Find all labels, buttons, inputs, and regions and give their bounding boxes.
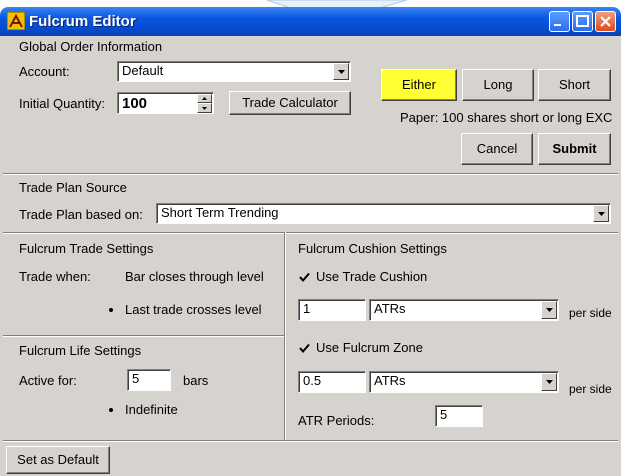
initial-quantity-spinner[interactable]: 100 [117, 92, 214, 114]
atr-periods-label: ATR Periods: [298, 413, 375, 428]
active-for-label: Active for: [19, 373, 77, 388]
radio-indefinite[interactable] [105, 404, 117, 416]
divider [3, 173, 618, 175]
title-bar[interactable]: Fulcrum Editor [0, 7, 621, 36]
life-settings-heading: Fulcrum Life Settings [19, 343, 142, 358]
minimize-button[interactable] [549, 11, 570, 32]
bars-label: bars [183, 373, 209, 388]
use-trade-cushion-checkbox[interactable] [298, 271, 311, 284]
divider [284, 232, 286, 440]
fulcrum-editor-window: Fulcrum Editor Global Order Information … [0, 7, 621, 476]
trade-plan-value: Short Term Trending [161, 205, 279, 220]
zone-value-input[interactable]: 0.5 [298, 371, 366, 393]
trade-calculator-label: Trade Calculator [242, 95, 338, 110]
set-as-default-label: Set as Default [17, 452, 99, 467]
long-label: Long [483, 77, 513, 92]
chevron-down-icon [546, 380, 553, 384]
trade-plan-based-on-label: Trade Plan based on: [19, 207, 143, 222]
account-label: Account: [19, 64, 70, 79]
radio-active-bars[interactable] [105, 375, 117, 387]
zone-unit-dropdown-arrow[interactable] [541, 373, 557, 391]
either-label: Either [402, 77, 436, 92]
per-side-label: per side [569, 382, 612, 396]
zone-unit-dropdown[interactable]: ATRs [369, 371, 559, 393]
divider [3, 440, 618, 442]
use-trade-cushion-label: Use Trade Cushion [316, 269, 428, 284]
atr-periods-input[interactable]: 5 [435, 405, 483, 427]
cushion-unit-value: ATRs [374, 301, 406, 316]
trade-plan-heading: Trade Plan Source [19, 180, 127, 195]
short-button[interactable]: Short [538, 69, 611, 101]
window-title: Fulcrum Editor [29, 13, 136, 30]
divider [3, 232, 618, 234]
either-button[interactable]: Either [381, 69, 457, 101]
account-value: Default [122, 63, 164, 78]
radio-bar-closes[interactable] [105, 271, 117, 283]
bars-count-input[interactable]: 5 [127, 369, 171, 391]
radio-last-trade[interactable] [105, 304, 117, 316]
use-fulcrum-zone-checkbox[interactable] [298, 342, 311, 355]
divider [3, 335, 284, 337]
cushion-unit-dropdown-arrow[interactable] [541, 301, 557, 319]
spin-up-icon [202, 97, 207, 100]
cushion-value: 1 [303, 301, 311, 316]
spinner-up-button[interactable] [197, 94, 212, 103]
close-button[interactable] [595, 11, 616, 32]
paper-status-text: Paper: 100 shares short or long EXC [400, 110, 613, 125]
set-as-default-button[interactable]: Set as Default [6, 446, 110, 474]
per-side-label: per side [569, 306, 612, 320]
trade-settings-heading: Fulcrum Trade Settings [19, 241, 154, 256]
spin-down-icon [202, 107, 207, 110]
maximize-icon [576, 15, 589, 27]
use-fulcrum-zone-label: Use Fulcrum Zone [316, 340, 423, 355]
cancel-button[interactable]: Cancel [461, 133, 533, 165]
atr-periods-value: 5 [440, 407, 448, 422]
minimize-icon [554, 24, 561, 26]
account-dropdown-arrow[interactable] [333, 63, 349, 80]
spinner-down-button[interactable] [197, 103, 212, 113]
trade-plan-dropdown[interactable]: Short Term Trending [156, 203, 611, 224]
chevron-down-icon [546, 308, 553, 312]
trade-when-label: Trade when: [19, 269, 91, 284]
chevron-down-icon [598, 212, 605, 216]
account-dropdown[interactable]: Default [117, 61, 351, 82]
close-icon [600, 16, 611, 27]
long-button[interactable]: Long [462, 69, 534, 101]
submit-label: Submit [552, 141, 597, 156]
global-order-heading: Global Order Information [19, 39, 163, 54]
maximize-button[interactable] [572, 11, 593, 32]
trade-plan-dropdown-arrow[interactable] [593, 205, 609, 222]
option-last-trade-label: Last trade crosses level [125, 302, 262, 317]
cushion-unit-dropdown[interactable]: ATRs [369, 299, 559, 321]
initial-quantity-label: Initial Quantity: [19, 96, 105, 111]
option-bar-closes-label: Bar closes through level [125, 269, 264, 284]
cushion-settings-heading: Fulcrum Cushion Settings [298, 241, 447, 256]
short-label: Short [558, 77, 591, 92]
bars-count-value: 5 [132, 371, 140, 386]
cushion-value-input[interactable]: 1 [298, 299, 366, 321]
zone-unit-value: ATRs [374, 373, 406, 388]
chevron-down-icon [338, 70, 345, 74]
submit-button[interactable]: Submit [538, 133, 611, 165]
cancel-label: Cancel [476, 141, 518, 156]
fulcrum-app-icon [7, 12, 25, 30]
checkmark-icon [299, 272, 310, 283]
indefinite-label: Indefinite [125, 402, 178, 417]
initial-quantity-value: 100 [122, 95, 148, 112]
trade-calculator-button[interactable]: Trade Calculator [229, 91, 351, 115]
dialog-body: Global Order Information Account: Defaul… [3, 36, 618, 474]
zone-value: 0.5 [303, 373, 322, 388]
checkmark-icon [299, 343, 310, 354]
